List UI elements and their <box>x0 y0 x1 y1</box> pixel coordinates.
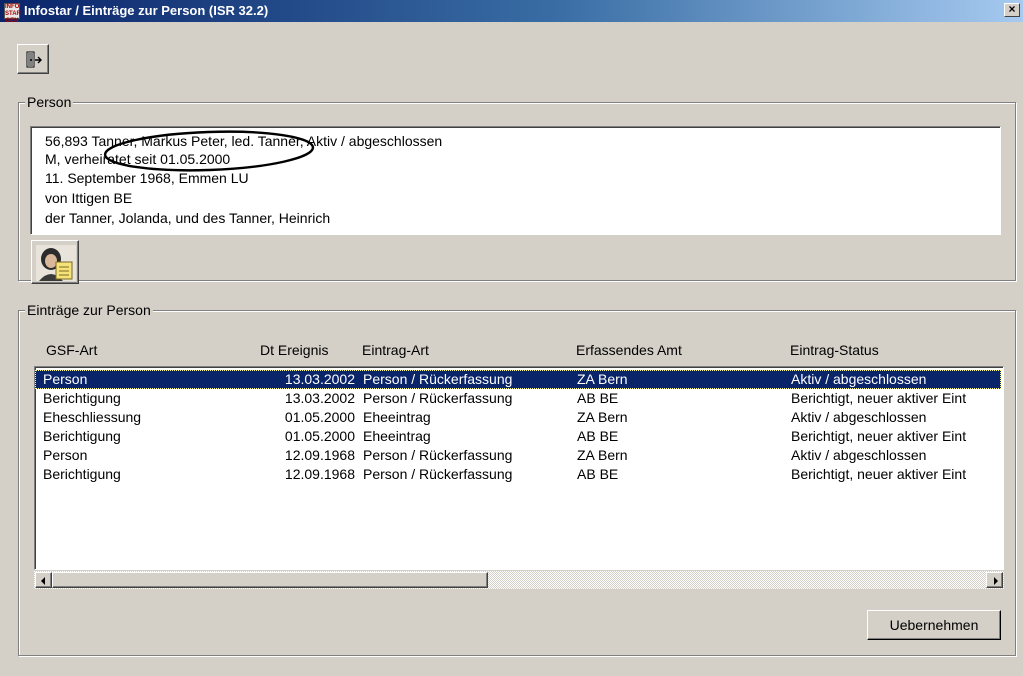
cell-eintrag-status: Berichtigt, neuer aktiver Eint <box>791 390 967 406</box>
column-header-gsf-art[interactable]: GSF-Art <box>46 342 97 362</box>
column-header-eintrag-status[interactable]: Eintrag-Status <box>790 342 879 362</box>
table-row[interactable]: Berichtigung 01.05.2000 Eheeintrag AB BE… <box>35 427 1001 446</box>
person-summary-box: 56,893 Tanner, Markus Peter, led. Tanner… <box>30 126 1001 235</box>
cell-eintrag-art: Person / Rückerfassung <box>363 390 513 406</box>
person-line-4: von Ittigen BE <box>45 190 133 206</box>
cell-gsf-art: Berichtigung <box>43 390 121 406</box>
column-header-eintrag-art[interactable]: Eintrag-Art <box>362 342 429 362</box>
exit-button[interactable] <box>17 44 49 74</box>
scroll-thumb[interactable] <box>52 572 488 588</box>
horizontal-scrollbar[interactable] <box>34 571 1004 589</box>
person-group-label: Person <box>25 93 74 111</box>
infostar-app-icon: INFO STAR GEN <box>4 3 21 24</box>
table-row[interactable]: Person 12.09.1968 Person / Rückerfassung… <box>35 446 1001 465</box>
cell-erfassendes-amt: ZA Bern <box>577 447 628 463</box>
cell-dt-ereignis: 13.03.2002 <box>284 371 355 387</box>
scroll-left-button[interactable] <box>35 572 52 588</box>
scroll-right-button[interactable] <box>986 572 1003 588</box>
cell-eintrag-status: Aktiv / abgeschlossen <box>791 447 927 463</box>
cell-eintrag-art: Eheeintrag <box>363 409 431 425</box>
cell-erfassendes-amt: AB BE <box>577 428 619 444</box>
eintraege-group-label: Einträge zur Person <box>25 301 153 319</box>
cell-eintrag-art: Person / Rückerfassung <box>363 466 513 482</box>
cell-dt-ereignis: 01.05.2000 <box>284 409 355 425</box>
cell-eintrag-art: Person / Rückerfassung <box>363 371 513 387</box>
person-line-5: der Tanner, Jolanda, und des Tanner, Hei… <box>45 210 331 226</box>
cell-dt-ereignis: 01.05.2000 <box>284 428 355 444</box>
close-button[interactable]: × <box>1004 3 1020 17</box>
window-title: Infostar / Einträge zur Person (ISR 32.2… <box>24 3 269 18</box>
cell-dt-ereignis: 12.09.1968 <box>284 466 355 482</box>
cell-dt-ereignis: 12.09.1968 <box>284 447 355 463</box>
cell-dt-ereignis: 13.03.2002 <box>284 390 355 406</box>
cell-eintrag-art: Person / Rückerfassung <box>363 447 513 463</box>
person-photo-button[interactable] <box>31 240 79 284</box>
table-row[interactable]: Eheschliessung 01.05.2000 Eheeintrag ZA … <box>35 408 1001 427</box>
eintraege-list[interactable]: Person 13.03.2002 Person / Rückerfassung… <box>34 366 1004 570</box>
person-line-3: 11. September 1968, Emmen LU <box>45 170 249 186</box>
person-line-1: 56,893 Tanner, Markus Peter, led. Tanner… <box>45 133 443 149</box>
door-exit-icon <box>26 51 42 68</box>
cell-eintrag-status: Berichtigt, neuer aktiver Eint <box>791 428 967 444</box>
cell-eintrag-status: Aktiv / abgeschlossen <box>791 371 927 387</box>
cell-erfassendes-amt: ZA Bern <box>577 409 628 425</box>
cell-eintrag-status: Aktiv / abgeschlossen <box>791 409 927 425</box>
person-line-2: M, verheiratet seit 01.05.2000 <box>45 151 231 167</box>
cell-eintrag-status: Berichtigt, neuer aktiver Eint <box>791 466 967 482</box>
cell-erfassendes-amt: ZA Bern <box>577 371 628 387</box>
table-row[interactable]: Berichtigung 13.03.2002 Person / Rückerf… <box>35 389 1001 408</box>
column-header-dt-ereignis[interactable]: Dt Ereignis <box>260 342 328 362</box>
table-row[interactable]: Berichtigung 12.09.1968 Person / Rückerf… <box>35 465 1001 484</box>
cell-gsf-art: Berichtigung <box>43 466 121 482</box>
cell-eintrag-art: Eheeintrag <box>363 428 431 444</box>
person-photo-icon <box>36 245 76 281</box>
cell-erfassendes-amt: AB BE <box>577 466 619 482</box>
cell-gsf-art: Eheschliessung <box>43 409 142 425</box>
cell-gsf-art: Berichtigung <box>43 428 121 444</box>
column-header-erfassendes-amt[interactable]: Erfassendes Amt <box>576 342 682 362</box>
title-bar[interactable]: INFO STAR GEN Infostar / Einträge zur Pe… <box>0 0 1023 24</box>
uebernehmen-button[interactable]: Uebernehmen <box>867 610 1001 640</box>
cell-erfassendes-amt: AB BE <box>577 390 619 406</box>
cell-gsf-art: Person <box>43 447 88 463</box>
arrow-left-icon <box>41 577 45 585</box>
cell-gsf-art: Person <box>43 371 88 387</box>
table-row[interactable]: Person 13.03.2002 Person / Rückerfassung… <box>35 370 1001 389</box>
arrow-right-icon <box>994 577 998 585</box>
